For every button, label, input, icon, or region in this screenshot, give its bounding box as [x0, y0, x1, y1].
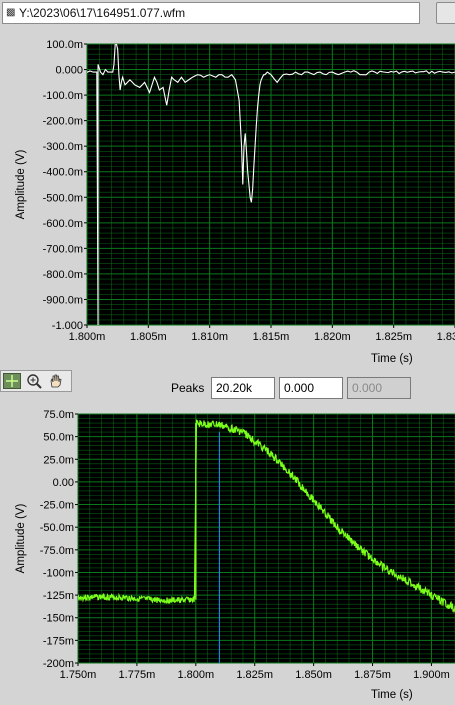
peaks-label: Peaks [171, 381, 205, 395]
y-tick-label: -300.0m [43, 141, 83, 153]
y-tick-label: 0.000 [55, 65, 83, 77]
y-tick-label: -150m [43, 613, 74, 625]
y-tick-label: 100.0m [46, 39, 83, 51]
y-tick-label: -75.0m [40, 545, 74, 557]
y-tick-label: -100.0m [43, 90, 83, 102]
x-tick-label: 1.805m [130, 331, 167, 343]
x-tick-label: 1.815m [253, 331, 290, 343]
y-tick-label: -500.0m [43, 192, 83, 204]
cursor-tool-icon [6, 375, 18, 387]
pan-hand-tool-icon [50, 374, 62, 388]
y-tick-label: -100m [43, 567, 74, 579]
y-tick-label: -200.0m [43, 116, 83, 128]
pan-tool-button[interactable] [47, 373, 65, 389]
browse-button[interactable] [436, 2, 455, 24]
y-tick-label: -400.0m [43, 167, 83, 179]
file-path-text: Y:\2023\06\17\164951.077.wfm [19, 6, 186, 20]
x-tick-label: 1.900m [413, 669, 450, 681]
x-tick-label: 1.820m [314, 331, 351, 343]
y-tick-label: -175m [43, 635, 74, 647]
peaks-value-1[interactable]: 20.20k [211, 377, 275, 399]
y-tick-label: -25.0m [40, 500, 74, 512]
x-tick-label: 1.810m [191, 331, 228, 343]
x-tick-label: 1.830m [437, 331, 455, 343]
x-tick-label: 1.825m [375, 331, 412, 343]
x-tick-label: 1.850m [295, 669, 332, 681]
y-tick-label: 0.00 [53, 477, 74, 489]
x-tick-label: 1.875m [354, 669, 391, 681]
y-tick-label: 75.0m [43, 409, 74, 421]
x-axis-label: Time (s) [371, 689, 413, 701]
x-axis-label: Time (s) [371, 353, 413, 365]
x-tick-label: 1.775m [119, 669, 156, 681]
y-tick-label: -600.0m [43, 218, 83, 230]
y-tick-label: 50.0m [43, 432, 74, 444]
x-tick-label: 1.750m [60, 669, 97, 681]
zoom-tool-button[interactable] [25, 373, 43, 389]
y-tick-label: -700.0m [43, 243, 83, 255]
y-tick-label: -125m [43, 590, 74, 602]
amplitude-chart-top[interactable]: 100.0m 0.000 -100.0m -200.0m -300.0m -400.0m -… [0, 28, 455, 368]
graph-tool-palette [0, 370, 72, 392]
x-tick-label: 1.825m [236, 669, 273, 681]
y-axis-label: Amplitude (V) [15, 150, 27, 220]
peaks-value-2[interactable]: 0.000 [279, 377, 343, 399]
y-axis-label: Amplitude (V) [15, 504, 27, 574]
y-tick-label: -900.0m [43, 294, 83, 306]
amplitude-chart-bottom[interactable]: 75.0m 50.0m 25.0m 0.00 -25.0m -50.0m -75.0m -10… [0, 402, 455, 705]
y-tick-label: 25.0m [43, 454, 74, 466]
y-tick-label: -50.0m [40, 522, 74, 534]
y-tick-label: -800.0m [43, 269, 83, 281]
zoom-tool-icon [27, 374, 42, 389]
file-path-field[interactable]: ▩ Y:\2023\06\17\164951.077.wfm [2, 2, 420, 24]
x-tick-label: 1.800m [69, 331, 106, 343]
peaks-value-3: 0.000 [347, 377, 411, 399]
file-icon: ▩ [6, 7, 16, 18]
cursor-tool-button[interactable] [3, 373, 21, 389]
x-tick-label: 1.800m [177, 669, 214, 681]
